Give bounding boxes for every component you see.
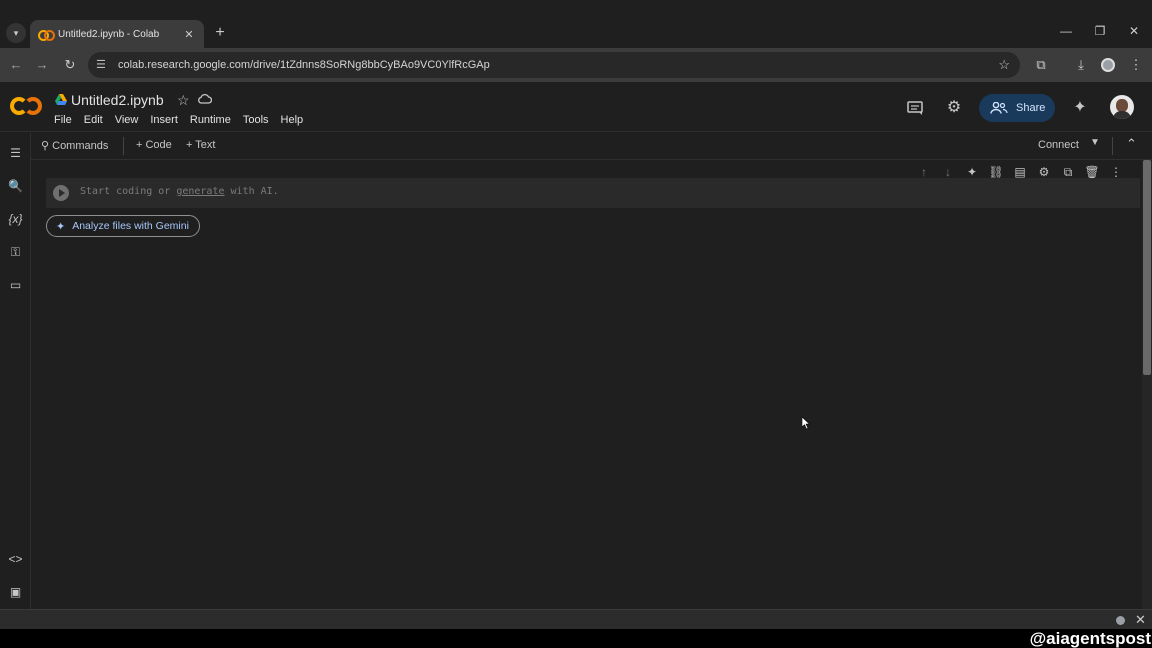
- menu-bar: File Edit View Insert Runtime Tools Help: [54, 114, 315, 126]
- google-drive-icon: [55, 94, 67, 105]
- gemini-sparkle-icon[interactable]: ✦: [960, 165, 984, 179]
- forward-arrow-icon[interactable]: →: [34, 57, 50, 72]
- menu-view[interactable]: View: [115, 114, 139, 126]
- menu-file[interactable]: File: [54, 114, 72, 126]
- notebook-title[interactable]: Untitled2.ipynb: [71, 92, 164, 108]
- mirror-cell-icon[interactable]: ⧉: [1056, 165, 1080, 180]
- gemini-button-label: Analyze files with Gemini: [72, 220, 189, 232]
- link-icon[interactable]: ⛓: [984, 165, 1008, 179]
- colab-header: Untitled2.ipynb ☆ File Edit View Insert …: [0, 82, 1152, 132]
- comments-icon[interactable]: [906, 99, 924, 117]
- files-folder-icon[interactable]: ▭: [7, 277, 24, 294]
- menu-insert[interactable]: Insert: [150, 114, 178, 126]
- menu-edit[interactable]: Edit: [84, 114, 103, 126]
- commands-label: Commands: [52, 140, 109, 152]
- cloud-saved-icon[interactable]: [197, 93, 212, 104]
- collapse-header-icon[interactable]: ⌃: [1126, 136, 1137, 152]
- address-bar[interactable]: ☰ colab.research.google.com/drive/1tZdnn…: [88, 52, 1020, 78]
- notebook-area: Start coding or generate with AI. ↑ ↓ ✦ …: [31, 161, 1142, 609]
- table-of-contents-icon[interactable]: ☰: [7, 145, 24, 162]
- status-close-icon[interactable]: ✕: [1135, 612, 1146, 628]
- move-down-icon[interactable]: ↓: [936, 165, 960, 179]
- bottom-black-band: [0, 629, 1152, 648]
- move-up-icon[interactable]: ↑: [912, 165, 936, 179]
- comment-icon[interactable]: ▤: [1008, 165, 1032, 179]
- left-sidebar: ☰ 🔍 {x} ⚿ ▭ <> ▣: [0, 133, 31, 609]
- placeholder-text: with AI.: [224, 186, 279, 197]
- browser-toolbar: ← → ↻ ☰ colab.research.google.com/drive/…: [0, 48, 1152, 82]
- gemini-sparkle-icon[interactable]: ✦: [1071, 99, 1089, 117]
- cell-settings-gear-icon[interactable]: ⚙: [1032, 165, 1056, 179]
- tab-close-icon[interactable]: ✕: [182, 28, 196, 41]
- add-text-button[interactable]: + Text: [186, 139, 215, 151]
- share-label: Share: [1016, 102, 1046, 114]
- bookmark-star-icon[interactable]: ☆: [998, 57, 1010, 73]
- extensions-puzzle-icon[interactable]: ⧉: [1033, 57, 1049, 73]
- share-button[interactable]: Share: [979, 94, 1055, 122]
- scrollbar-thumb[interactable]: [1143, 160, 1151, 375]
- cell-toolbar: ↑ ↓ ✦ ⛓ ▤ ⚙ ⧉ 🗑 ⋮: [912, 161, 1128, 183]
- browser-tab[interactable]: Untitled2.ipynb - Colab ✕: [30, 20, 204, 48]
- scrollbar[interactable]: [1142, 160, 1152, 609]
- minimize-icon[interactable]: —: [1056, 24, 1076, 38]
- code-snippets-icon[interactable]: <>: [7, 551, 24, 568]
- connect-dropdown-icon[interactable]: ▼: [1090, 137, 1100, 148]
- variables-icon[interactable]: {x}: [7, 211, 24, 228]
- terminal-icon[interactable]: ▣: [7, 584, 24, 601]
- add-code-button[interactable]: + Code: [136, 139, 172, 151]
- colab-logo-icon[interactable]: [10, 97, 44, 117]
- menu-help[interactable]: Help: [281, 114, 304, 126]
- find-replace-icon[interactable]: 🔍: [7, 178, 24, 195]
- url-text: colab.research.google.com/drive/1tZdnns8…: [118, 59, 490, 71]
- browser-tab-strip: ▾ Untitled2.ipynb - Colab ✕ + — ❐ ✕: [0, 0, 1152, 48]
- reload-icon[interactable]: ↻: [62, 57, 78, 73]
- restore-icon[interactable]: ❐: [1090, 24, 1110, 38]
- watermark: @aiagentspost: [1029, 629, 1151, 648]
- search-icon: ⚲: [41, 140, 50, 152]
- commands-button[interactable]: ⚲ Commands: [41, 139, 108, 152]
- mouse-cursor-icon: [802, 417, 811, 430]
- people-icon: [990, 102, 1008, 114]
- cell-placeholder[interactable]: Start coding or generate with AI.: [80, 186, 279, 197]
- menu-tools[interactable]: Tools: [243, 114, 269, 126]
- connect-button[interactable]: Connect: [1038, 139, 1079, 151]
- status-bar: ✕: [0, 609, 1152, 629]
- sparkle-icon: ✦: [56, 220, 66, 233]
- window-close-icon[interactable]: ✕: [1124, 24, 1144, 38]
- status-dot-icon: [1116, 616, 1125, 625]
- toolbar-divider: [1112, 137, 1113, 155]
- tab-title: Untitled2.ipynb - Colab: [58, 28, 160, 40]
- secrets-key-icon[interactable]: ⚿: [7, 244, 24, 261]
- star-notebook-icon[interactable]: ☆: [177, 92, 190, 109]
- generate-link[interactable]: generate: [176, 186, 224, 197]
- placeholder-text: Start coding or: [80, 186, 177, 197]
- screen: ▾ Untitled2.ipynb - Colab ✕ + — ❐ ✕ ← → …: [0, 0, 1152, 648]
- tab-search-chevron-down-icon[interactable]: ▾: [6, 23, 26, 43]
- browser-menu-icon[interactable]: ⋮: [1128, 57, 1144, 73]
- browser-profile-icon[interactable]: [1101, 58, 1115, 72]
- analyze-files-with-gemini-button[interactable]: ✦ Analyze files with Gemini: [46, 215, 200, 237]
- new-tab-button[interactable]: +: [212, 24, 228, 44]
- back-arrow-icon[interactable]: ←: [8, 57, 24, 72]
- toolbar-divider: [123, 137, 124, 155]
- more-vert-icon[interactable]: ⋮: [1104, 165, 1128, 179]
- notebook-toolbar: ⚲ Commands + Code + Text Connect ▼ ⌃: [31, 133, 1152, 160]
- user-avatar[interactable]: [1110, 95, 1134, 119]
- settings-gear-icon[interactable]: ⚙: [945, 99, 963, 117]
- delete-trash-icon[interactable]: 🗑: [1080, 165, 1104, 179]
- run-cell-play-icon[interactable]: [53, 185, 69, 201]
- menu-runtime[interactable]: Runtime: [190, 114, 231, 126]
- site-info-icon[interactable]: ☰: [96, 58, 110, 72]
- downloads-icon[interactable]: ⤓: [1073, 57, 1089, 73]
- colab-favicon-icon: [38, 29, 55, 41]
